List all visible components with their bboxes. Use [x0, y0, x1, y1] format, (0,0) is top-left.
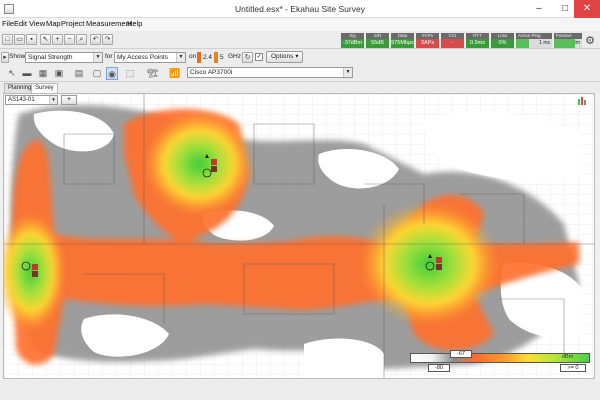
zone-tool-icon[interactable]: ⬚ — [121, 67, 139, 80]
main-toolbar: □ ▭ ▪ ↖ + − ⌕ ↶ ↷ Sig -37dBm S/N 55dB Da… — [0, 31, 600, 49]
menu-view[interactable]: View — [29, 19, 45, 28]
add-floor-button[interactable]: + — [61, 95, 77, 105]
chevron-down-icon: ▼ — [93, 53, 102, 62]
select-tool-icon[interactable]: ↖ — [6, 67, 18, 80]
zoom-fit-icon[interactable]: ⌕ — [76, 34, 87, 45]
close-button[interactable]: ✕ — [574, 0, 600, 18]
rectangle-tool-icon[interactable]: ▢ — [90, 67, 104, 80]
mode-tabs: Planning Survey — [0, 82, 600, 93]
map-canvas[interactable] — [3, 93, 595, 379]
metric-data-rate: Data 975Mbps — [391, 33, 414, 48]
active-ping-meter: Active Ping 1 ms — [516, 33, 552, 48]
passive-signal-meter: Passive -31dBm — [554, 33, 582, 48]
for-label: for — [105, 53, 113, 60]
gear-icon[interactable]: ⚙ — [584, 35, 596, 47]
signal-legend: -67 -80 dBm >= 0 — [410, 350, 590, 374]
ghz-label: GHz — [228, 53, 241, 60]
metric-ap-count: #APs 3APs — [416, 33, 439, 48]
pointer-icon[interactable]: ↖ — [40, 34, 51, 45]
chevron-down-icon: ▼ — [49, 96, 57, 104]
legend-unit: dBm — [562, 354, 574, 360]
legend-value-top[interactable]: -67 — [450, 350, 472, 358]
metric-round-trip: RTT 0.9ms — [466, 33, 489, 48]
tools-bar: ↖ ▬ ▦ ▣ ▤ ▢ ◉ ⬚ 🏗 📶 Cisco AP3700i ▼ — [0, 65, 600, 82]
undo-icon[interactable]: ↶ — [90, 34, 101, 45]
chevron-down-icon: ▼ — [343, 68, 352, 77]
floor-select[interactable]: AS143-01 ▼ — [5, 95, 58, 105]
tab-survey[interactable]: Survey — [31, 83, 58, 93]
status-bar — [0, 380, 600, 400]
minimize-button[interactable]: – — [526, 0, 552, 18]
menu-file[interactable]: File — [2, 19, 14, 28]
legend-threshold-button[interactable]: >= 0 — [560, 364, 586, 372]
ap-filter-select[interactable]: My Access Points ▼ — [114, 52, 186, 63]
menu-project[interactable]: Project — [61, 19, 84, 28]
map-tool-icon[interactable]: ▤ — [70, 67, 88, 80]
on-label: on — [189, 53, 197, 60]
visualization-toggle-icon[interactable]: ▸ — [1, 52, 9, 63]
active-ping-bar — [516, 39, 529, 48]
new-file-icon[interactable]: □ — [2, 34, 13, 45]
menu-bar: File Edit View Map Project Measurement H… — [0, 18, 600, 31]
menu-help[interactable]: Help — [127, 19, 142, 28]
zoom-in-icon[interactable]: + — [52, 34, 63, 45]
ap-model-select[interactable]: Cisco AP3700i ▼ — [187, 67, 353, 78]
wall-tool-icon[interactable]: ▬ — [20, 67, 34, 80]
area-tool-icon[interactable]: ▦ — [36, 67, 50, 80]
cabinet-tool-icon[interactable]: ▣ — [52, 67, 66, 80]
chevron-down-icon: ▼ — [176, 53, 185, 62]
metric-signal: Sig -37dBm — [341, 33, 364, 48]
window-title: Untitled.esx* - Ekahau Site Survey — [235, 4, 365, 14]
save-icon[interactable]: ▪ — [26, 34, 37, 45]
app-window: Untitled.esx* - Ekahau Site Survey – □ ✕… — [0, 0, 600, 400]
zoom-out-icon[interactable]: − — [64, 34, 75, 45]
menu-edit[interactable]: Edit — [14, 19, 27, 28]
band-5-swatch — [214, 52, 218, 63]
options-button[interactable]: Options ▾ — [266, 51, 304, 63]
building-tool-icon[interactable]: 🏗 — [142, 67, 164, 80]
visualization-bar: ▸ Show Signal Strength ▼ for My Access P… — [0, 49, 600, 65]
refresh-icon[interactable]: ↻ — [242, 52, 253, 63]
band-5-label[interactable]: 5 — [220, 52, 224, 63]
band-checkbox[interactable]: ✓ — [255, 53, 263, 61]
title-bar: Untitled.esx* - Ekahau Site Survey – □ ✕ — [0, 0, 600, 18]
legend-value-bottom[interactable]: -80 — [428, 364, 450, 372]
heatmap-layer — [4, 94, 594, 378]
metric-channel-interference: CCI - — [441, 33, 464, 48]
show-label: Show — [9, 53, 26, 60]
passive-signal-bar — [554, 39, 575, 48]
access-point-tool-icon[interactable]: 📶 — [167, 67, 183, 80]
open-folder-icon[interactable]: ▭ — [14, 34, 25, 45]
band-24-label[interactable]: 2.4 — [203, 52, 212, 63]
metric-packet-loss: Loss 0% — [491, 33, 514, 48]
survey-tool-icon[interactable]: ◉ — [106, 67, 118, 80]
redo-icon[interactable]: ↷ — [102, 34, 113, 45]
visualization-select[interactable]: Signal Strength ▼ — [25, 52, 103, 63]
band-24-swatch — [197, 52, 201, 63]
menu-measurement[interactable]: Measurement — [86, 19, 132, 28]
metric-snr: S/N 55dB — [366, 33, 389, 48]
menu-map[interactable]: Map — [46, 19, 61, 28]
